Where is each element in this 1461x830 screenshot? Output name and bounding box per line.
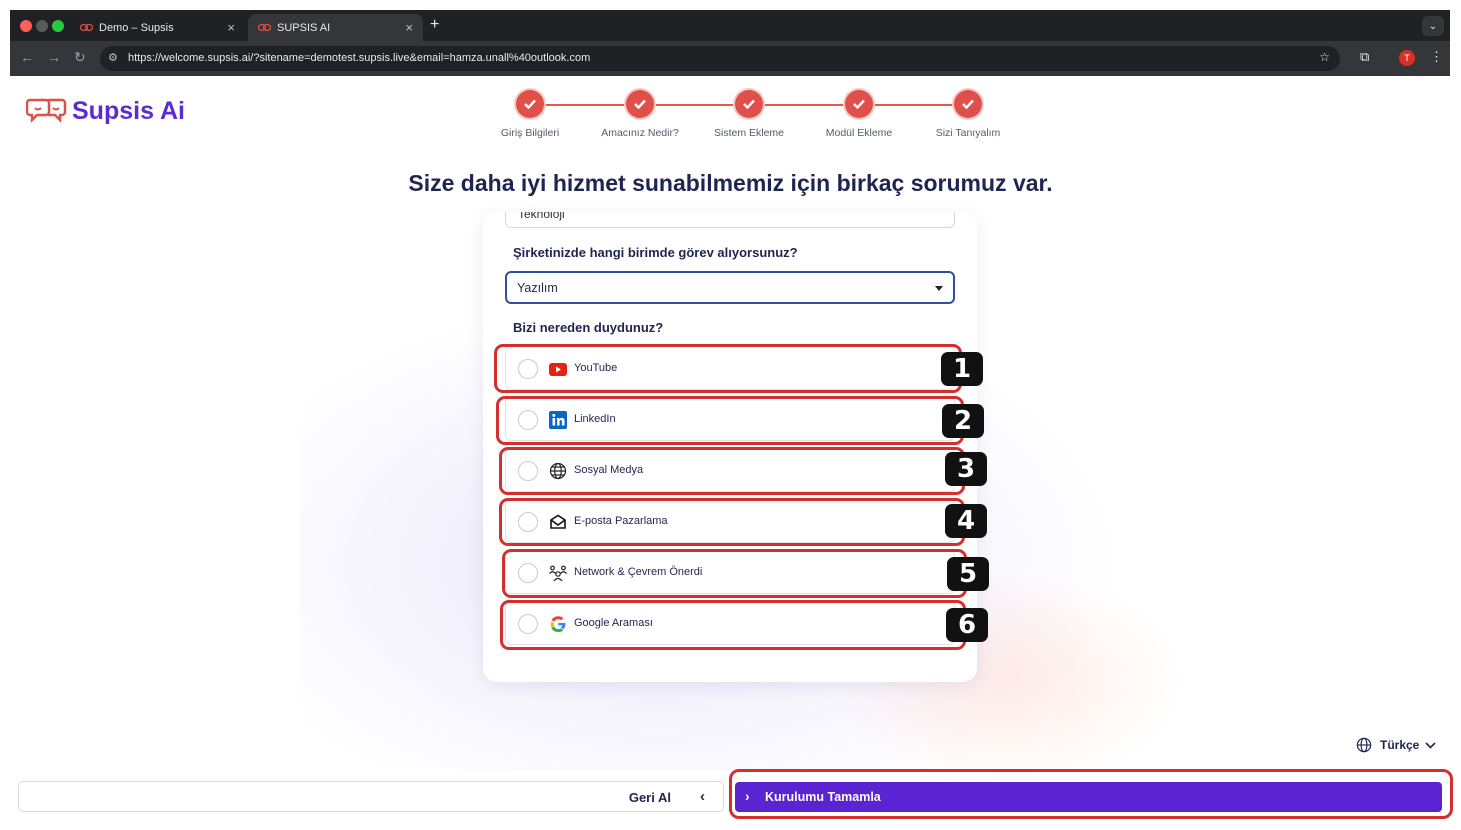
extensions-puzzle-icon[interactable]: ⧉	[1360, 49, 1369, 65]
language-label: Türkçe	[1380, 738, 1420, 752]
supsis-logo-icon	[26, 98, 67, 124]
step-3: Sistem Ekleme	[689, 90, 809, 139]
department-select[interactable]: Yazılım	[505, 271, 955, 304]
browser-tab-supsis-ai[interactable]: SUPSIS AI ×	[248, 14, 423, 41]
industry-select[interactable]: Teknoloji	[505, 212, 955, 228]
language-selector[interactable]: Türkçe	[1356, 737, 1436, 753]
department-select-value: Yazılım	[517, 281, 558, 295]
annotation-highlight-finish	[729, 769, 1453, 819]
reload-icon[interactable]: ↻	[74, 49, 86, 66]
brand-name: Supsis Ai	[72, 96, 185, 125]
annotation-number-badge: 6	[946, 608, 988, 642]
step-label: Sizi Tanıyalım	[935, 127, 1001, 139]
address-bar[interactable]: ⚙ https://welcome.supsis.ai/?sitename=de…	[100, 46, 1340, 71]
annotation-number-badge: 3	[945, 452, 987, 486]
browser-window-chrome: Demo – Supsis × SUPSIS AI × + ⌄ ← → ↻ ⚙ …	[10, 10, 1450, 76]
globe-icon	[1356, 737, 1372, 753]
site-settings-icon[interactable]: ⚙	[108, 51, 118, 64]
chevron-left-icon: ‹	[700, 788, 705, 805]
annotation-highlight-3	[499, 447, 965, 495]
browser-tab-demo[interactable]: Demo – Supsis ×	[70, 14, 245, 41]
kebab-menu-icon[interactable]: ⋮	[1430, 49, 1443, 65]
bookmark-star-icon[interactable]: ☆	[1319, 50, 1330, 64]
onboarding-stepper: Giriş Bilgileri Amacınız Nedir? Sistem E…	[500, 90, 1000, 140]
step-complete-check-icon	[626, 90, 654, 118]
brand-logo: Supsis Ai	[26, 96, 185, 126]
tab-search-chevron-icon[interactable]: ⌄	[1422, 16, 1444, 36]
maximize-window-button[interactable]	[52, 20, 64, 32]
step-2: Amacınız Nedir?	[580, 90, 700, 139]
back-button-label: Geri Al	[628, 790, 671, 805]
step-complete-check-icon	[516, 90, 544, 118]
page-heading: Size daha iyi hizmet sunabilmemiz için b…	[408, 170, 1053, 196]
forward-arrow-icon[interactable]: →	[47, 49, 61, 65]
back-arrow-icon[interactable]: ←	[20, 49, 34, 65]
dropdown-caret-icon	[935, 286, 943, 291]
step-1: Giriş Bilgileri	[470, 90, 590, 139]
step-label: Modül Ekleme	[825, 127, 893, 139]
annotation-highlight-1	[494, 344, 962, 393]
new-tab-icon[interactable]: +	[430, 16, 439, 34]
step-complete-check-icon	[735, 90, 763, 118]
step-label: Sistem Ekleme	[713, 127, 785, 139]
minimize-window-button[interactable]	[36, 20, 48, 32]
step-label: Amacınız Nedir?	[601, 127, 679, 139]
step-complete-check-icon	[954, 90, 982, 118]
department-question-label: Şirketinizde hangi birimde görev alıyors…	[513, 245, 798, 260]
url-text: https://welcome.supsis.ai/?sitename=demo…	[128, 52, 591, 64]
step-complete-check-icon	[845, 90, 873, 118]
annotation-number-badge: 4	[945, 504, 987, 538]
back-button[interactable]: Geri Al ‹	[18, 781, 724, 812]
chevron-down-icon	[1425, 741, 1436, 749]
annotation-number-badge: 2	[942, 404, 984, 438]
browser-toolbar: ← → ↻ ⚙ https://welcome.supsis.ai/?siten…	[10, 41, 1450, 76]
tab-title: SUPSIS AI	[277, 21, 331, 34]
step-5: Sizi Tanıyalım	[908, 90, 1028, 139]
annotation-highlight-2	[496, 396, 964, 445]
source-question-label: Bizi nereden duydunuz?	[513, 320, 664, 335]
tab-title: Demo – Supsis	[99, 21, 174, 34]
annotation-highlight-4	[499, 498, 965, 546]
tab-bar: Demo – Supsis × SUPSIS AI × + ⌄	[10, 10, 1450, 41]
step-4: Modül Ekleme	[799, 90, 919, 139]
annotation-highlight-5	[502, 549, 967, 598]
profile-avatar[interactable]: T	[1399, 50, 1415, 66]
supsis-favicon-icon	[258, 23, 271, 31]
annotation-number-badge: 1	[941, 352, 983, 386]
step-label: Giriş Bilgileri	[500, 127, 560, 139]
close-tab-icon[interactable]: ×	[227, 20, 235, 35]
annotation-highlight-6	[500, 600, 966, 650]
close-tab-icon[interactable]: ×	[405, 20, 413, 35]
supsis-favicon-icon	[80, 23, 93, 31]
close-window-button[interactable]	[20, 20, 32, 32]
annotation-number-badge: 5	[947, 557, 989, 591]
